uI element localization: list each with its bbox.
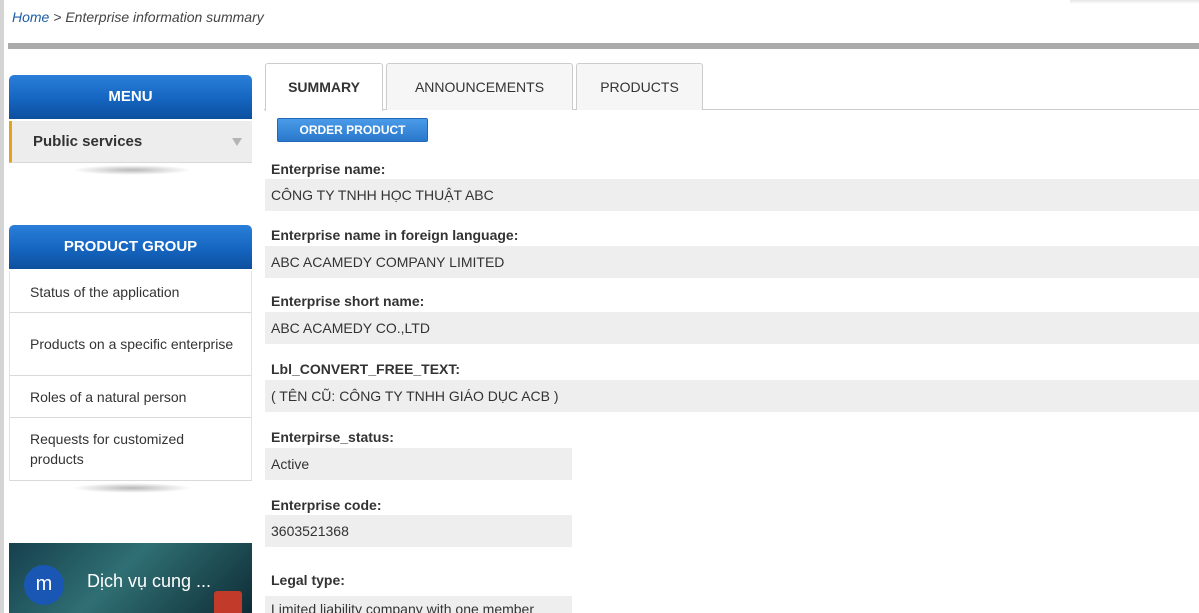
video-title: Dịch vụ cung ... bbox=[87, 571, 212, 591]
breadcrumb: Home > Enterprise information summary bbox=[12, 9, 264, 25]
menu-item-public-services[interactable]: Public services bbox=[9, 121, 252, 163]
breadcrumb-current: Enterprise information summary bbox=[65, 9, 264, 25]
tab-summary[interactable]: SUMMARY bbox=[265, 63, 383, 111]
field-label-legal-type: Legal type: bbox=[271, 572, 345, 588]
product-group-item-label: Roles of a natural person bbox=[30, 388, 187, 405]
product-group-item-label: Requests for customized products bbox=[30, 431, 185, 467]
left-border bbox=[0, 0, 4, 613]
menu-header: MENU bbox=[9, 75, 252, 119]
field-label-foreign-name: Enterprise name in foreign language: bbox=[271, 227, 519, 243]
tab-products[interactable]: PRODUCTS bbox=[576, 63, 703, 110]
menu-item-label: Public services bbox=[33, 133, 143, 150]
menu-panel-shadow bbox=[72, 165, 192, 175]
field-label-short-name: Enterprise short name: bbox=[271, 293, 425, 309]
field-label-convert-free-text: Lbl_CONVERT_FREE_TEXT: bbox=[271, 361, 461, 377]
product-group-item-requests[interactable]: Requests for customized products bbox=[10, 418, 251, 481]
field-label-enterprise-code: Enterprise code: bbox=[271, 497, 382, 513]
product-group-panel-shadow bbox=[72, 483, 192, 493]
tab-announcements[interactable]: ANNOUNCEMENTS bbox=[386, 63, 573, 110]
product-group-item-products[interactable]: Products on a specific enterprise bbox=[10, 313, 251, 376]
product-group-list: Status of the application Products on a … bbox=[9, 271, 252, 481]
field-value-short-name: ABC ACAMEDY CO.,LTD bbox=[265, 312, 1199, 344]
header-divider bbox=[8, 43, 1199, 49]
field-value-status: Active bbox=[265, 448, 572, 480]
video-scene-object bbox=[214, 591, 242, 613]
product-group-item-label: Status of the application bbox=[30, 283, 180, 300]
product-group-header: PRODUCT GROUP bbox=[9, 225, 252, 269]
field-value-convert-free-text: ( TÊN CŨ: CÔNG TY TNHH GIÁO DỤC ACB ) bbox=[265, 380, 1199, 412]
breadcrumb-separator: > bbox=[53, 9, 62, 25]
field-label-status: Enterpirse_status: bbox=[271, 429, 394, 445]
top-shadow bbox=[1070, 0, 1199, 4]
order-product-button[interactable]: ORDER PRODUCT bbox=[277, 118, 428, 142]
field-value-legal-type: Limited liability company with one membe… bbox=[265, 596, 572, 613]
video-thumbnail[interactable]: m Dịch vụ cung ... bbox=[9, 543, 252, 613]
field-value-enterprise-name: CÔNG TY TNHH HỌC THUẬT ABC bbox=[265, 179, 1199, 211]
field-label-enterprise-name: Enterprise name: bbox=[271, 161, 386, 177]
breadcrumb-home-link[interactable]: Home bbox=[12, 9, 49, 25]
product-group-item-label: Products on a specific enterprise bbox=[30, 336, 234, 352]
channel-avatar: m bbox=[24, 565, 64, 605]
product-group-item-roles[interactable]: Roles of a natural person bbox=[10, 376, 251, 418]
field-value-enterprise-code: 3603521368 bbox=[265, 515, 572, 547]
product-group-item-status[interactable]: Status of the application bbox=[10, 271, 251, 313]
triangle-down-icon bbox=[232, 138, 242, 146]
field-value-foreign-name: ABC ACAMEDY COMPANY LIMITED bbox=[265, 246, 1199, 278]
